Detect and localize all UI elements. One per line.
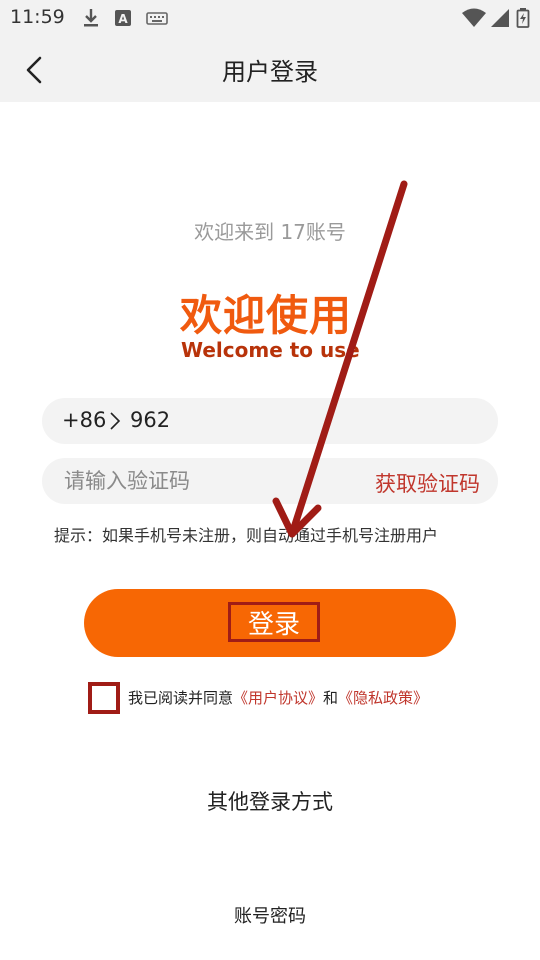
download-icon [84,9,98,27]
chevron-right-icon [110,412,121,430]
user-agreement-link[interactable]: 《用户协议》 [233,689,323,707]
password-login-option[interactable]: 账号密码 [0,902,540,928]
get-code-button[interactable]: 获取验证码 [375,468,480,498]
registration-hint: 提示：如果手机号未注册，则自动通过手机号注册用户 [54,526,439,545]
verification-code-field: 获取验证码 [42,458,498,504]
country-code-selector[interactable]: +86 [62,408,106,432]
phone-field[interactable]: +86 962 [42,398,498,444]
battery-icon [516,8,530,28]
login-button[interactable]: 登录 [84,589,456,657]
agreement-prefix: 我已阅读并同意 [128,689,234,707]
agreement-and: 和 [323,689,339,707]
keyboard-icon [146,12,168,25]
logo-en-text: Welcome to use [181,338,360,362]
privacy-policy-link[interactable]: 《隐私政策》 [338,689,428,707]
agreement-text: 我已阅读并同意《用户协议》和《隐私政策》 [128,687,428,708]
svg-text:A: A [118,12,128,26]
status-time: 11:59 [10,6,65,28]
signal-icon [491,9,509,27]
logo-cn-text: 欢迎使用 [180,291,353,340]
welcome-text: 欢迎来到 17账号 [194,220,346,244]
title-bar: 用户登录 [0,36,540,102]
phone-number-value[interactable]: 962 [130,408,170,432]
app-logo: 欢迎使用 Welcome to use [180,282,380,368]
text-a-icon: A [115,10,131,26]
wifi-icon [462,8,486,27]
agreement-checkbox[interactable] [88,682,120,714]
page-title: 用户登录 [222,58,318,86]
other-login-title: 其他登录方式 [207,790,333,814]
verification-code-input[interactable] [64,458,344,504]
status-bar: 11:59 A [0,0,540,36]
login-button-label: 登录 [228,602,320,642]
